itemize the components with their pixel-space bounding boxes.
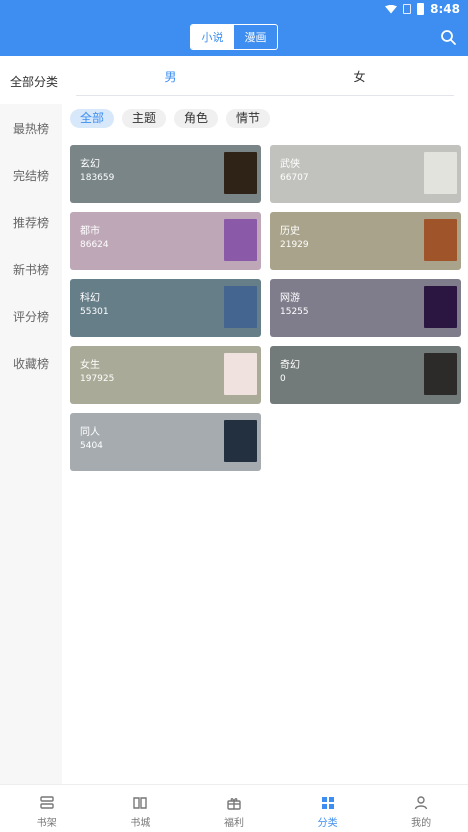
tab-comic[interactable]: 漫画 — [234, 25, 277, 49]
filter-role[interactable]: 角色 — [174, 109, 219, 128]
user-icon — [414, 796, 428, 810]
sidebar-item-new[interactable]: 新书榜 — [0, 261, 62, 278]
book-cover-image — [224, 152, 257, 194]
book-cover-image — [424, 286, 457, 328]
sidebar — [0, 56, 62, 784]
book-cover-image — [224, 286, 257, 328]
category-count: 21929 — [280, 240, 309, 250]
filter-all[interactable]: 全部 — [70, 109, 115, 128]
sidebar-item-favorites[interactable]: 收藏榜 — [0, 355, 62, 372]
sidebar-item-rating[interactable]: 评分榜 — [0, 308, 62, 325]
category-name: 都市 — [80, 226, 100, 237]
sidebar-item-finished[interactable]: 完结榜 — [0, 167, 62, 184]
book-cover-image — [424, 353, 457, 395]
content-type-switch: 小说 漫画 — [190, 24, 278, 50]
nav-label: 福利 — [223, 818, 244, 829]
tab-novel[interactable]: 小说 — [191, 25, 234, 49]
category-card-magic[interactable]: 奇幻 0 — [270, 346, 461, 404]
header: 8:48 小说 漫画 — [0, 0, 468, 56]
category-name: 历史 — [280, 226, 300, 237]
book-cover-image — [224, 219, 257, 261]
category-count: 15255 — [280, 307, 309, 317]
filter-chips: 全部 主题 角色 情节 — [70, 109, 271, 128]
category-name: 玄幻 — [80, 159, 100, 170]
filter-plot[interactable]: 情节 — [226, 109, 271, 128]
category-name: 网游 — [280, 293, 300, 304]
category-count: 66707 — [280, 173, 309, 183]
category-card-gaming[interactable]: 网游 15255 — [270, 279, 461, 337]
nav-label: 我的 — [411, 818, 432, 829]
status-time: 8:48 — [430, 2, 460, 16]
category-count: 0 — [280, 374, 286, 384]
book-icon — [133, 797, 148, 809]
grid-icon — [321, 797, 334, 809]
category-card-fanfic[interactable]: 同人 5404 — [70, 413, 261, 471]
category-count: 55301 — [80, 307, 109, 317]
bottom-nav: 书架 书城 福利 分类 我的 — [0, 784, 468, 832]
book-cover-image — [424, 152, 457, 194]
search-icon[interactable] — [440, 29, 456, 45]
battery-icon — [417, 3, 424, 15]
bookshelf-icon — [40, 796, 54, 809]
book-cover-image — [224, 353, 257, 395]
sidebar-item-recommended[interactable]: 推荐榜 — [0, 214, 62, 231]
category-card-scifi[interactable]: 科幻 55301 — [70, 279, 261, 337]
category-count: 183659 — [80, 173, 115, 183]
status-icons — [385, 3, 424, 15]
category-name: 女生 — [80, 360, 100, 371]
category-card-urban[interactable]: 都市 86624 — [70, 212, 261, 270]
nav-welfare[interactable]: 福利 — [187, 785, 281, 832]
gender-tabs: 男 女 — [76, 64, 454, 96]
category-count: 86624 — [80, 240, 109, 250]
category-card-wuxia[interactable]: 武侠 66707 — [270, 145, 461, 203]
wifi-icon — [385, 4, 397, 14]
category-name: 武侠 — [280, 159, 300, 170]
category-count: 197925 — [80, 374, 115, 384]
nav-profile[interactable]: 我的 — [374, 785, 468, 832]
category-name: 科幻 — [80, 293, 100, 304]
sim-icon — [403, 4, 411, 14]
book-cover-image — [224, 420, 257, 462]
nav-bookshelf[interactable]: 书架 — [0, 785, 94, 832]
tab-female[interactable]: 女 — [265, 64, 454, 95]
book-cover-image — [424, 219, 457, 261]
nav-label: 分类 — [317, 818, 338, 829]
category-card-history[interactable]: 历史 21929 — [270, 212, 461, 270]
category-card-female[interactable]: 女生 197925 — [70, 346, 261, 404]
nav-bookstore[interactable]: 书城 — [94, 785, 188, 832]
category-count: 5404 — [80, 441, 103, 451]
filter-theme[interactable]: 主题 — [122, 109, 167, 128]
nav-label: 书架 — [36, 818, 57, 829]
nav-category[interactable]: 分类 — [281, 785, 375, 832]
nav-label: 书城 — [130, 818, 151, 829]
category-name: 奇幻 — [280, 360, 300, 371]
category-name: 同人 — [80, 427, 100, 438]
category-card-fantasy[interactable]: 玄幻 183659 — [70, 145, 261, 203]
tab-male[interactable]: 男 — [76, 64, 265, 95]
gift-icon — [227, 798, 241, 810]
sidebar-item-hottest[interactable]: 最热榜 — [0, 120, 62, 137]
